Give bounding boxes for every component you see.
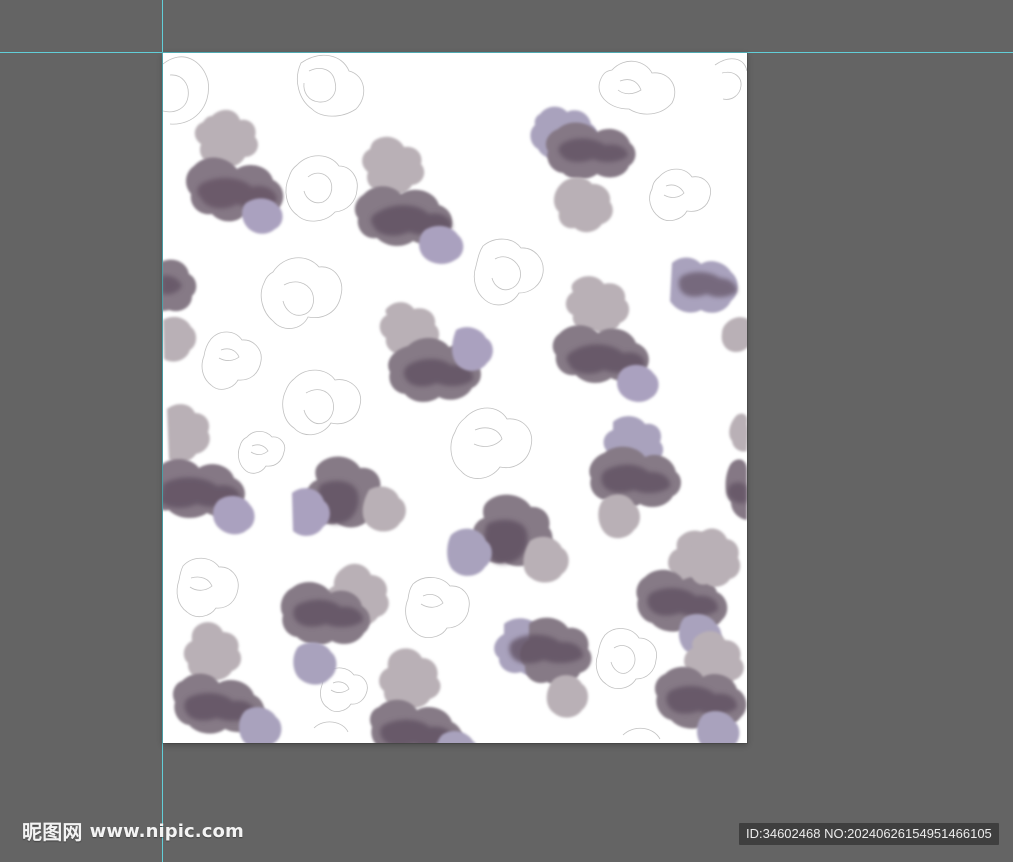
site-url-watermark: www.nipic.com: [89, 821, 244, 842]
flower-cluster: [354, 136, 464, 264]
flower-cluster: [163, 259, 197, 362]
site-name-watermark: 昵图网: [22, 820, 83, 844]
watercolor-flower-group: [163, 106, 747, 743]
flower-cluster: [494, 617, 592, 718]
flower-cluster: [589, 416, 682, 539]
flower-cluster: [370, 648, 475, 743]
floral-pattern-artwork: [163, 54, 747, 743]
flower-cluster: [280, 563, 389, 685]
flower-cluster: [725, 413, 747, 520]
flower-cluster: [670, 257, 747, 352]
flower-cluster: [163, 404, 255, 535]
flower-cluster: [530, 106, 636, 233]
flower-cluster: [552, 276, 659, 402]
flower-cluster: [447, 494, 569, 583]
image-id-watermark: ID:34602468 NO:20240626154951466105: [739, 823, 999, 845]
flower-cluster: [185, 109, 284, 234]
flower-cluster: [379, 302, 493, 403]
flower-cluster: [292, 456, 406, 536]
photoshop-workspace: 昵图网 www.nipic.com ID:34602468 NO:2024062…: [0, 0, 1013, 862]
site-watermark: 昵图网 www.nipic.com: [22, 820, 244, 844]
flower-cluster: [172, 622, 282, 743]
flower-cluster: [654, 631, 747, 743]
document-canvas[interactable]: [163, 53, 747, 743]
